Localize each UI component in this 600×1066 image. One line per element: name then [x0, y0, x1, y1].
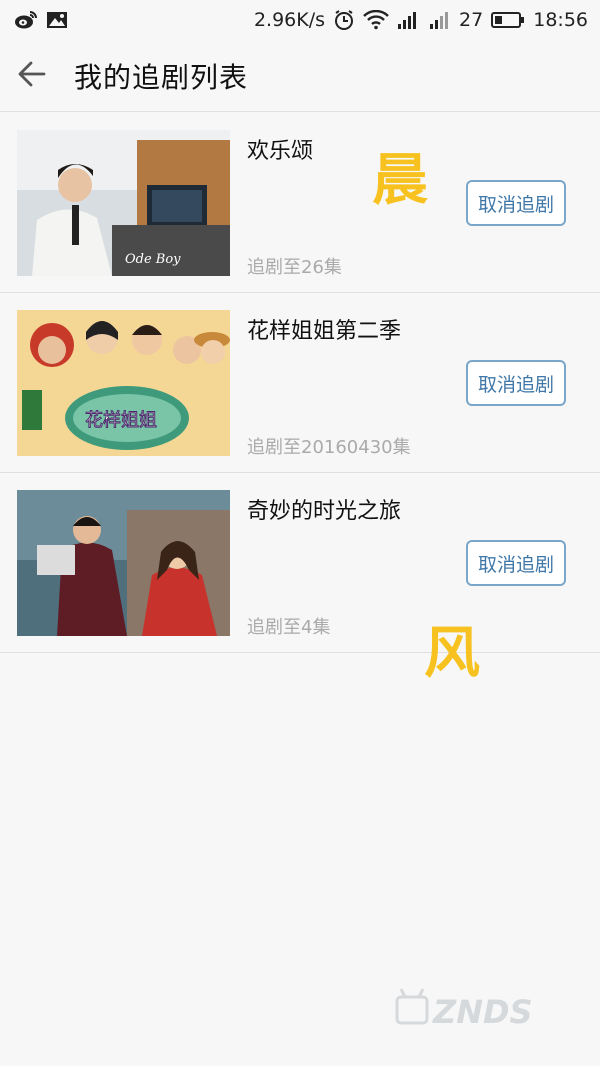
svg-text:ZNDS: ZNDS — [432, 993, 533, 1030]
watermark-char: 晨 — [372, 148, 428, 213]
cancel-follow-button[interactable]: 取消追剧 — [466, 540, 566, 586]
znds-logo-watermark: ZNDS — [395, 985, 565, 1031]
show-progress: 追剧至4集 — [247, 617, 331, 638]
arrow-left-icon — [16, 58, 48, 94]
list-item[interactable]: Ode Boy 欢乐颂 取消追剧 追剧至26集 — [0, 113, 600, 293]
screen: 2.96K/s 27 18:56 我的追剧列表 Ode Boy 欢乐颂 取消追剧… — [0, 0, 600, 1066]
cancel-follow-button[interactable]: 取消追剧 — [466, 360, 566, 406]
show-list: Ode Boy 欢乐颂 取消追剧 追剧至26集 花样姐姐 花样姐姐第二季 取消追… — [0, 113, 600, 653]
show-progress: 追剧至26集 — [247, 257, 342, 278]
network-speed: 2.96K/s — [253, 9, 326, 31]
back-button[interactable] — [2, 40, 62, 112]
list-item[interactable]: 花样姐姐 花样姐姐第二季 取消追剧 追剧至20160430集 — [0, 293, 600, 473]
clock: 18:56 — [533, 9, 588, 31]
alarm-icon — [333, 9, 355, 31]
show-title: 花样姐姐第二季 — [247, 319, 402, 344]
show-title: 欢乐颂 — [247, 139, 314, 164]
status-bar: 2.96K/s 27 18:56 — [0, 0, 600, 40]
wifi-icon — [363, 10, 389, 30]
battery-icon — [491, 10, 525, 30]
cancel-follow-button[interactable]: 取消追剧 — [466, 180, 566, 226]
signal-icon-2 — [429, 10, 451, 30]
watermark-char: 风 — [424, 621, 480, 686]
show-thumbnail[interactable]: 花样姐姐 — [17, 310, 230, 456]
show-thumbnail[interactable] — [17, 490, 230, 636]
page-title: 我的追剧列表 — [74, 60, 249, 94]
weibo-icon — [14, 10, 38, 30]
image-icon — [46, 10, 68, 30]
list-item[interactable]: 奇妙的时光之旅 取消追剧 追剧至4集 — [0, 473, 600, 653]
svg-text:Ode Boy: Ode Boy — [125, 252, 181, 267]
signal-icon — [397, 10, 421, 30]
battery-level: 27 — [459, 9, 484, 31]
show-title: 奇妙的时光之旅 — [247, 499, 402, 524]
show-thumbnail[interactable]: Ode Boy — [17, 130, 230, 276]
show-progress: 追剧至20160430集 — [247, 437, 411, 458]
svg-text:花样姐姐: 花样姐姐 — [85, 410, 157, 431]
header: 我的追剧列表 — [0, 40, 600, 112]
